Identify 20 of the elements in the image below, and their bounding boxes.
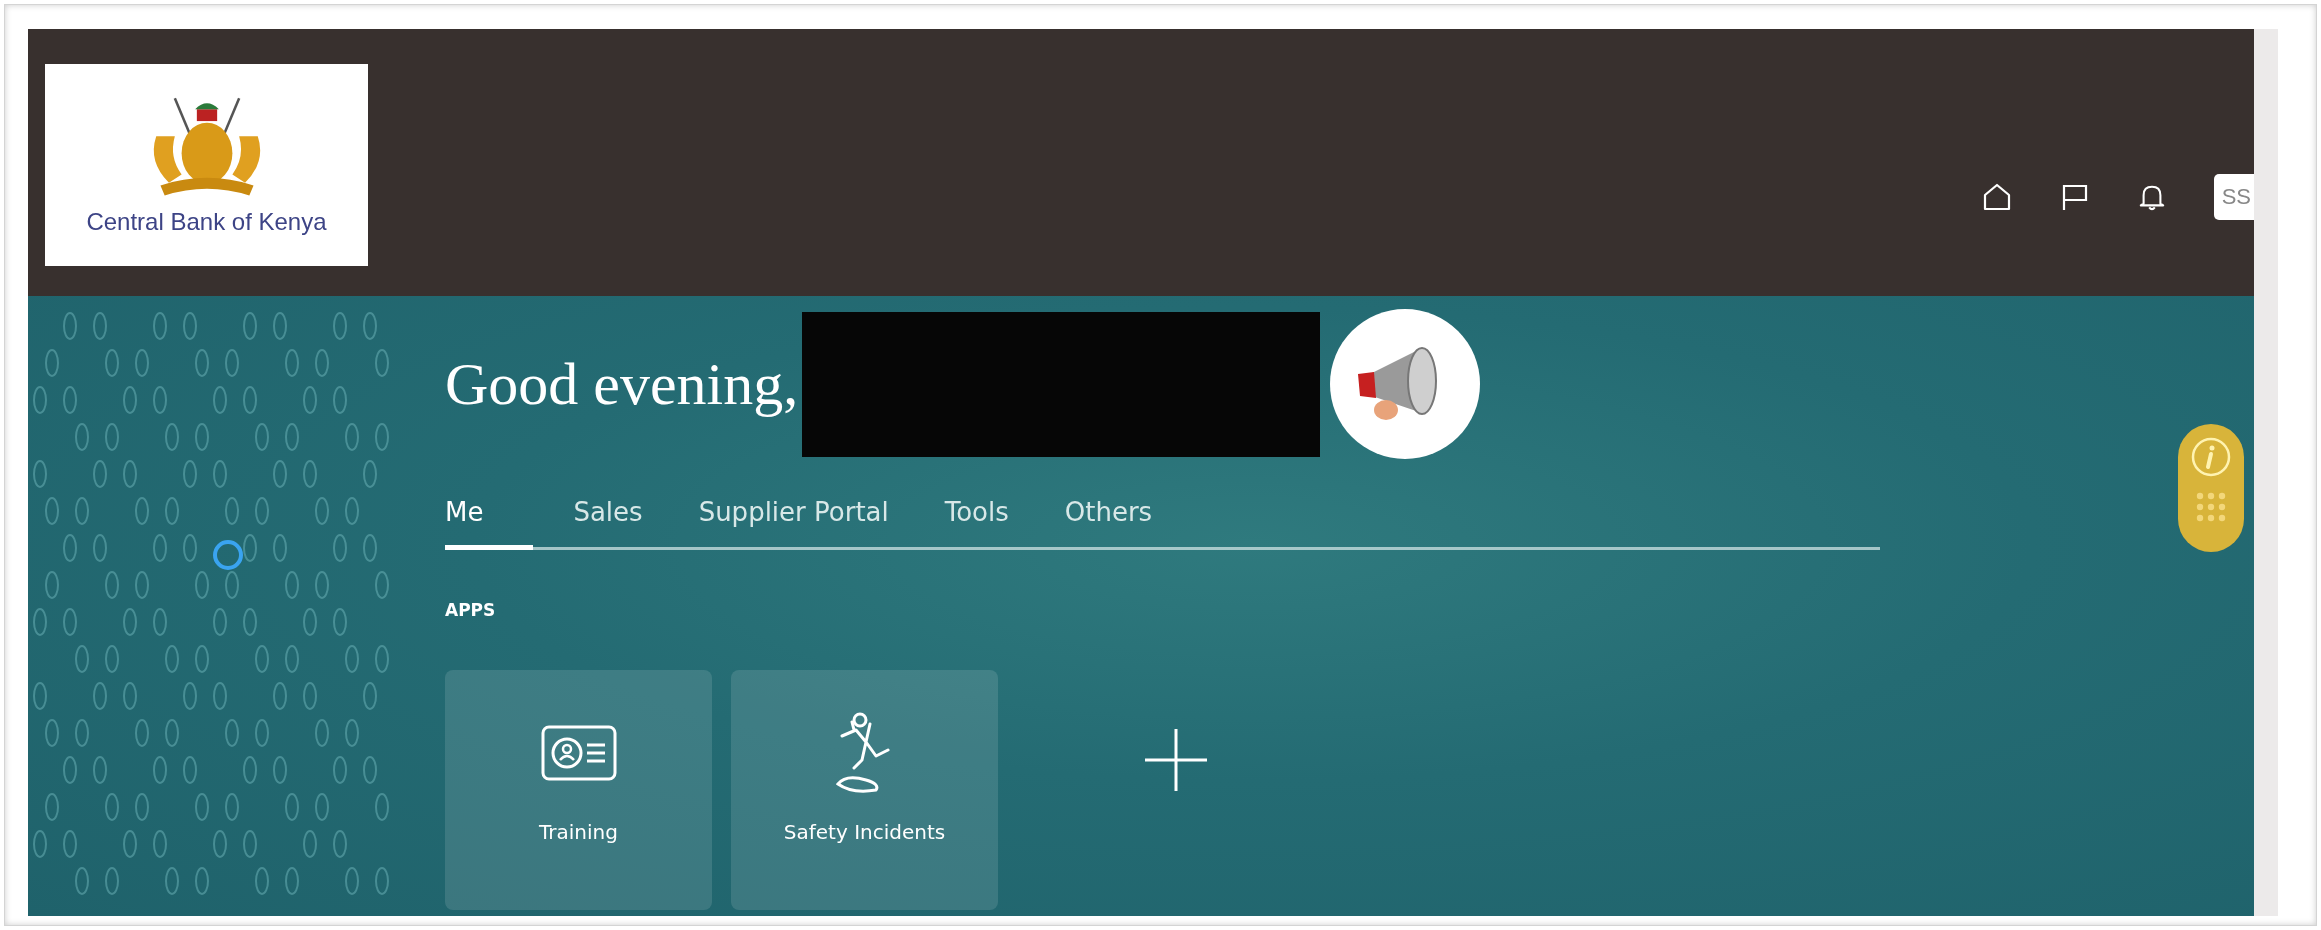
tab[interactable]: Tools [944,497,1025,550]
tab[interactable]: Sales [573,497,659,550]
home-icon[interactable] [1981,182,2012,212]
tile-label: Training [539,820,618,844]
add-icon[interactable] [1145,729,1207,791]
app-tile[interactable]: Training [445,670,712,910]
tab[interactable]: Me [445,497,534,550]
id-card-icon [540,725,617,781]
cursor-ring-icon [213,540,243,570]
logo-card[interactable]: Central Bank of Kenya [45,64,368,266]
user-avatar[interactable]: SS [2213,174,2254,220]
grid-dots-icon [2194,490,2228,524]
greeting-text: Good evening, [445,349,799,419]
logo-text: Central Bank of Kenya [86,208,327,236]
tile-label: Safety Incidents [783,820,946,844]
app-tile[interactable]: Safety Incidents [731,670,998,910]
tab[interactable]: Others [1064,497,1169,550]
tab[interactable]: Supplier Portal [698,497,905,550]
section-heading: APPS [445,600,497,620]
info-icon [2190,436,2232,478]
